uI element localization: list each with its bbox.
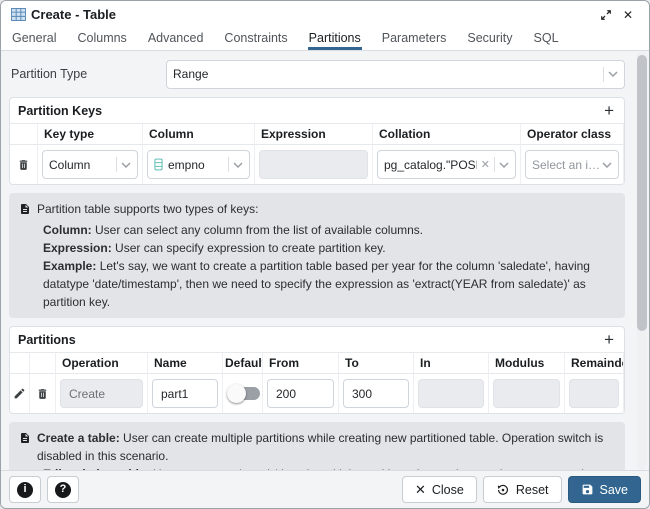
chevron-down-icon xyxy=(121,162,131,168)
col-header-operator-class: Operator class xyxy=(521,123,624,144)
tab-security[interactable]: Security xyxy=(466,28,513,50)
note-icon xyxy=(19,202,31,221)
save-icon xyxy=(581,483,594,496)
scrollbar-thumb[interactable] xyxy=(637,55,647,331)
tab-sql[interactable]: SQL xyxy=(533,28,560,50)
col-header-key-type: Key type xyxy=(38,123,143,144)
save-button[interactable]: Save xyxy=(568,476,642,503)
tab-advanced[interactable]: Advanced xyxy=(147,28,205,50)
help-icon: ? xyxy=(55,482,71,498)
reset-icon xyxy=(496,483,510,497)
chevron-down-icon xyxy=(233,162,243,168)
chevron-down-icon xyxy=(499,162,509,168)
col-header-from: From xyxy=(263,352,339,373)
partitions-tab-content: Partition Type Range Partition Keys + Ke… xyxy=(1,51,649,470)
dialog-footer: i ? ✕ Close Reset Save xyxy=(1,470,649,508)
add-partition-button[interactable]: + xyxy=(602,333,616,347)
to-input[interactable] xyxy=(343,379,409,408)
close-button[interactable]: ✕ Close xyxy=(402,476,477,503)
reset-button[interactable]: Reset xyxy=(483,476,562,503)
info-item: Create a table: User can create multiple… xyxy=(19,429,615,465)
maximize-icon[interactable] xyxy=(595,4,617,26)
create-table-dialog: Create - Table ✕ General Columns Advance… xyxy=(0,0,650,509)
key-type-select[interactable]: Column xyxy=(42,150,138,179)
table-icon xyxy=(11,8,26,21)
partitions-panel: Partitions + Operation Name Default From… xyxy=(9,326,625,414)
partition-type-value: Range xyxy=(173,67,599,81)
table-row xyxy=(10,144,38,184)
note-icon xyxy=(19,431,31,465)
partition-type-label: Partition Type xyxy=(11,67,166,81)
info-intro: Partition table supports two types of ke… xyxy=(37,200,258,221)
clear-icon[interactable]: ✕ xyxy=(481,158,490,171)
col-header-remainder: Remainder xyxy=(565,352,624,373)
column-select[interactable]: empno xyxy=(147,150,250,179)
table-row xyxy=(10,373,30,413)
dialog-title: Create - Table xyxy=(31,7,116,22)
col-header-to: To xyxy=(339,352,414,373)
info-item: Edit existing table: User can create/att… xyxy=(19,465,615,470)
partitions-table: Operation Name Default From To In Modulu… xyxy=(10,352,624,413)
info-item: Expression: User can specify expression … xyxy=(19,239,615,257)
delete-row-icon[interactable] xyxy=(17,158,30,172)
from-input[interactable] xyxy=(267,379,334,408)
tab-partitions[interactable]: Partitions xyxy=(308,28,362,50)
tab-columns[interactable]: Columns xyxy=(76,28,127,50)
chevron-down-icon xyxy=(608,71,618,77)
partitions-header: Partitions + xyxy=(10,327,624,352)
info-icon: i xyxy=(17,482,33,498)
sql-help-button[interactable]: i xyxy=(9,476,41,503)
help-button[interactable]: ? xyxy=(47,476,79,503)
close-icon[interactable]: ✕ xyxy=(617,4,639,26)
collation-select[interactable]: pg_catalog."POSIX" ✕ xyxy=(377,150,516,179)
partition-type-select[interactable]: Range xyxy=(166,60,625,89)
chevron-down-icon xyxy=(602,162,612,168)
partitions-title: Partitions xyxy=(18,333,76,347)
partition-keys-header: Partition Keys + xyxy=(10,98,624,123)
tab-parameters[interactable]: Parameters xyxy=(381,28,448,50)
tab-general[interactable]: General xyxy=(11,28,57,50)
in-input xyxy=(418,379,484,408)
partitions-info: Create a table: User can create multiple… xyxy=(9,422,625,470)
col-header-in: In xyxy=(414,352,489,373)
partition-keys-title: Partition Keys xyxy=(18,104,102,118)
column-icon xyxy=(154,158,163,171)
col-header-operation: Operation xyxy=(56,352,148,373)
partition-keys-table: Key type Column Expression Collation Ope… xyxy=(10,123,624,184)
col-header-name: Name xyxy=(148,352,223,373)
tab-bar: General Columns Advanced Constraints Par… xyxy=(1,28,649,51)
delete-row-icon[interactable] xyxy=(36,387,49,401)
operator-class-select[interactable]: Select an item... xyxy=(525,150,619,179)
col-header-default: Default xyxy=(223,352,263,373)
titlebar: Create - Table ✕ xyxy=(1,1,649,28)
col-header-column: Column xyxy=(143,123,255,144)
tab-constraints[interactable]: Constraints xyxy=(223,28,288,50)
expression-input xyxy=(259,150,368,179)
partition-keys-panel: Partition Keys + Key type Column Express… xyxy=(9,97,625,185)
info-item: Example: Let's say, we want to create a … xyxy=(19,257,615,311)
operation-input xyxy=(60,379,143,408)
add-partition-key-button[interactable]: + xyxy=(602,104,616,118)
partition-name-input[interactable] xyxy=(152,379,218,408)
partition-keys-info: Partition table supports two types of ke… xyxy=(9,193,625,318)
edit-row-icon[interactable] xyxy=(13,387,26,400)
col-header-expression: Expression xyxy=(255,123,373,144)
default-toggle[interactable] xyxy=(229,387,260,400)
partition-type-row: Partition Type Range xyxy=(11,59,625,89)
col-header-collation: Collation xyxy=(373,123,521,144)
info-item: Column: User can select any column from … xyxy=(19,221,615,239)
remainder-input xyxy=(569,379,619,408)
col-header-modulus: Modulus xyxy=(489,352,565,373)
modulus-input xyxy=(493,379,560,408)
close-icon: ✕ xyxy=(415,483,426,496)
